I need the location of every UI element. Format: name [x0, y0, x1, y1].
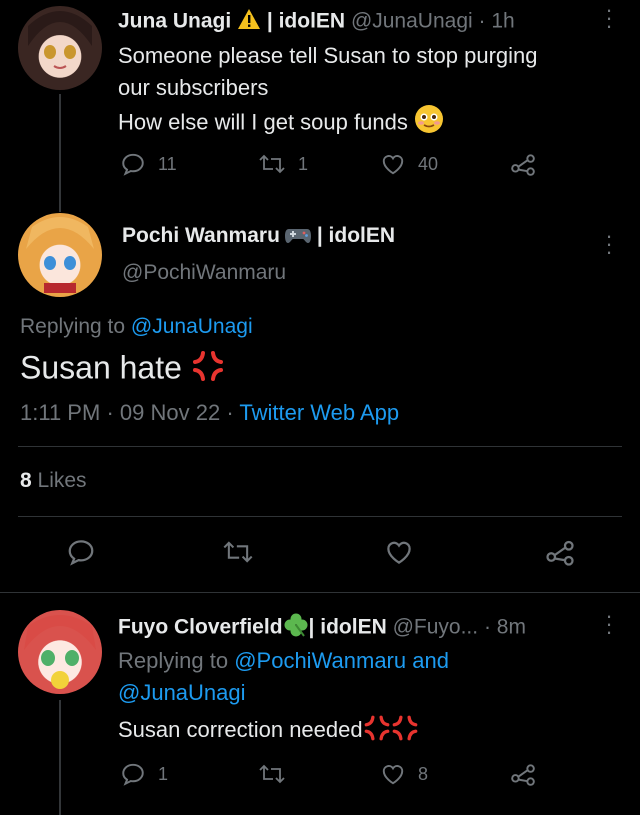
meta-separator: ·	[226, 400, 234, 425]
like-button[interactable]: 8	[380, 761, 428, 787]
tweet-meta: 1:11 PM · 09 Nov 22 · Twitter Web App	[20, 400, 399, 426]
anger-icon	[191, 349, 225, 391]
share-icon	[511, 154, 535, 176]
meta-separator: ·	[106, 400, 114, 425]
like-count: 40	[418, 153, 439, 174]
avatar-fuyo-art	[24, 615, 96, 689]
reply-icon	[68, 540, 94, 566]
tweet-text-line: How else will I get soup funds	[118, 109, 408, 135]
tweet-text-content: Susan correction needed	[118, 716, 363, 742]
share-icon	[546, 540, 574, 566]
tweet-text-content: Susan hate	[20, 349, 182, 386]
warning-icon	[237, 8, 261, 36]
reply-icon	[122, 763, 144, 786]
share-icon	[511, 764, 535, 786]
avatar-juna[interactable]	[18, 6, 102, 90]
name-suffix: | idolEN	[308, 615, 387, 639]
divider	[0, 592, 640, 593]
timestamp[interactable]: · 1h	[479, 10, 515, 33]
thread-line	[59, 94, 61, 212]
replying-to-handles[interactable]: @PochiWanmaru and	[234, 648, 449, 673]
tweet-text: Someone please tell Susan to stop purgin…	[118, 40, 538, 143]
retweet-icon	[259, 764, 285, 784]
reply-icon	[122, 153, 144, 176]
divider	[18, 446, 622, 447]
likes-summary[interactable]: 8 Likes	[20, 469, 87, 493]
avatar-pochi[interactable]	[18, 213, 102, 297]
tweet-time[interactable]: 1:11 PM	[20, 400, 100, 425]
anger-icon	[391, 714, 419, 748]
replying-to-label: Replying to	[20, 315, 126, 338]
replying-to-label: Replying to	[118, 648, 229, 673]
retweet-button[interactable]: 1	[258, 151, 308, 177]
reply-count: 11	[158, 153, 177, 174]
avatar-pochi-art	[26, 217, 94, 293]
name-suffix: | idolEN	[316, 224, 396, 247]
more-icon[interactable]: · · ·	[604, 225, 614, 263]
tweet-header: Juna Unagi | idolEN @JunaUnagi · 1h	[118, 8, 515, 36]
share-button[interactable]	[545, 537, 575, 567]
like-count: 8	[418, 763, 429, 784]
like-icon	[382, 155, 404, 175]
replying-to: Replying to @JunaUnagi	[20, 315, 253, 339]
retweet-icon	[223, 541, 253, 563]
like-icon	[387, 541, 411, 564]
tweet-text: Susan hate	[20, 349, 225, 391]
retweet-count: 1	[298, 153, 309, 174]
likes-label: Likes	[37, 469, 87, 492]
anger-icon	[363, 714, 391, 748]
handle[interactable]: @Fuyo...	[393, 616, 479, 639]
name-suffix: | idolEN	[266, 9, 346, 33]
retweet-icon	[259, 154, 285, 174]
replying-to-handle[interactable]: @JunaUnagi	[131, 315, 253, 338]
more-icon[interactable]: · · ·	[604, 605, 614, 643]
thread-line	[59, 700, 61, 815]
share-button[interactable]	[510, 761, 536, 787]
tweet-text: Susan correction needed	[118, 714, 419, 748]
like-button[interactable]	[384, 537, 414, 567]
tweet-text-line: Someone please tell Susan to stop purgin…	[118, 43, 538, 68]
retweet-button[interactable]	[258, 761, 286, 787]
reply-button[interactable]: 11	[120, 151, 177, 177]
retweet-button[interactable]	[222, 537, 254, 567]
likes-count: 8	[20, 469, 32, 492]
share-button[interactable]	[510, 151, 536, 177]
tweet-source[interactable]: Twitter Web App	[239, 400, 399, 425]
timestamp[interactable]: · 8m	[484, 616, 526, 639]
clover-icon	[283, 612, 309, 644]
reply-button[interactable]	[66, 537, 96, 567]
handle[interactable]: @JunaUnagi	[351, 10, 473, 33]
display-name[interactable]: Pochi Wanmaru	[122, 224, 280, 247]
tweet-date[interactable]: 09 Nov 22	[120, 400, 220, 425]
display-name[interactable]: Fuyo Cloverfield	[118, 616, 283, 639]
tweet-header: Pochi Wanmaru | idolEN	[122, 224, 395, 249]
more-icon[interactable]: · · ·	[604, 0, 614, 37]
like-icon	[382, 765, 404, 785]
avatar-juna-art	[28, 11, 92, 69]
handle[interactable]: @PochiWanmaru	[122, 261, 286, 285]
avatar-fuyo[interactable]	[18, 610, 102, 694]
reply-button[interactable]: 1	[120, 761, 168, 787]
replying-to: Replying to @PochiWanmaru and @JunaUnagi	[118, 645, 449, 709]
like-button[interactable]: 40	[380, 151, 438, 177]
controller-icon	[284, 226, 312, 249]
reply-count: 1	[158, 763, 169, 784]
replying-to-handle[interactable]: @JunaUnagi	[118, 677, 449, 709]
tweet-text-line: our subscribers	[118, 75, 269, 100]
divider	[18, 516, 622, 517]
tweet-header: Fuyo Cloverfield | idolEN @Fuyo... · 8m	[118, 612, 526, 644]
smiling-emoji	[414, 104, 444, 143]
display-name[interactable]: Juna Unagi	[118, 10, 231, 33]
